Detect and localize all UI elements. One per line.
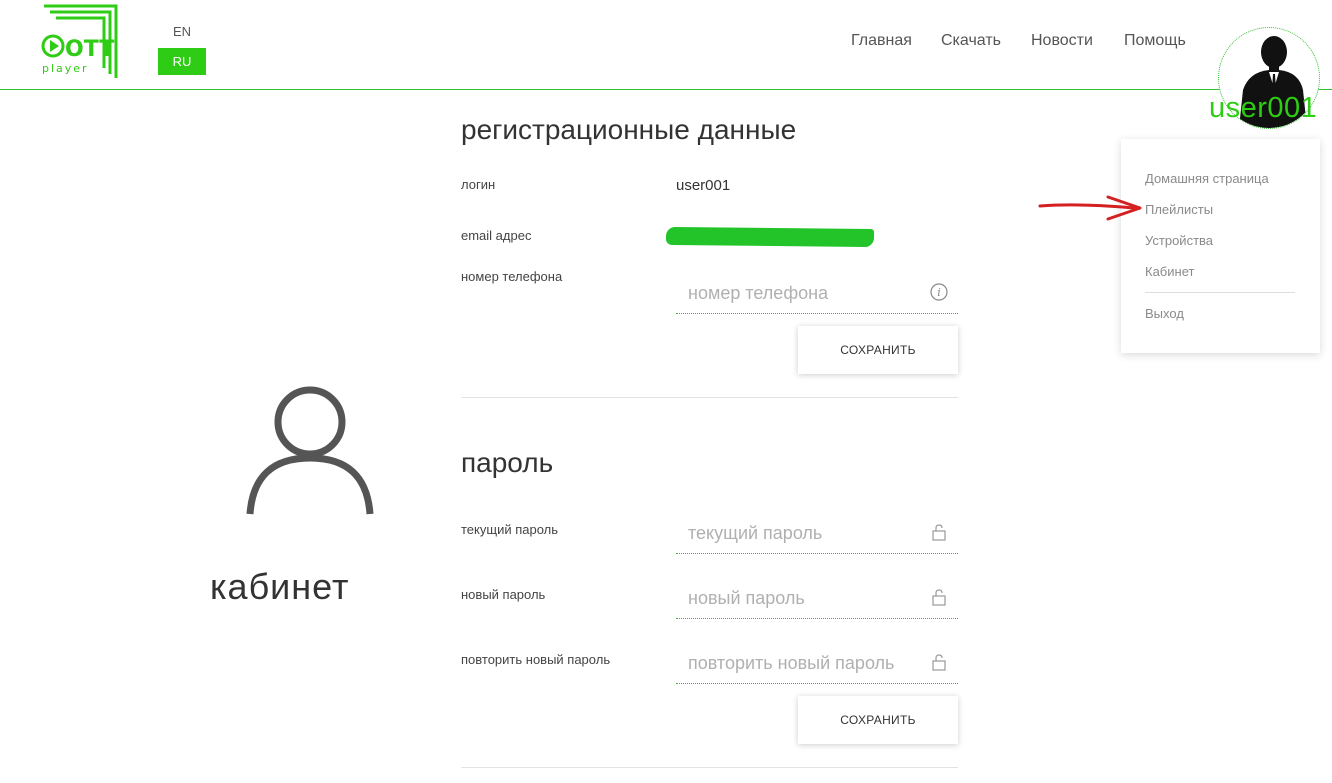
divider	[461, 397, 958, 398]
new-password-placeholder: новый пароль	[688, 588, 805, 608]
save-registration-button[interactable]: СОХРАНИТЬ	[798, 326, 958, 374]
red-arrow-icon	[1038, 195, 1142, 221]
nav-home[interactable]: Главная	[851, 32, 912, 49]
new-password-field[interactable]: новый пароль	[676, 578, 958, 619]
svg-text:i: i	[937, 286, 941, 299]
save-password-button[interactable]: СОХРАНИТЬ	[798, 696, 958, 744]
lock-icon	[932, 654, 946, 671]
header: OTT player EN RU Главная Скачать Новости…	[0, 0, 1332, 90]
svg-text:OTT: OTT	[65, 37, 114, 62]
current-password-label: текущий пароль	[461, 522, 559, 537]
user-dropdown-menu: Домашняя страница Плейлисты Устройства К…	[1121, 139, 1320, 353]
email-redaction-mark	[665, 226, 875, 248]
lock-icon	[932, 524, 946, 541]
current-password-placeholder: текущий пароль	[688, 523, 823, 543]
phone-label: номер телефона	[461, 269, 563, 284]
username-label[interactable]: user001	[1209, 92, 1317, 125]
svg-text:player: player	[42, 62, 89, 75]
ott-player-logo[interactable]: OTT player	[38, 2, 122, 82]
login-label: логин	[461, 177, 496, 192]
phone-field[interactable]: номер телефона i	[676, 273, 958, 314]
current-password-field[interactable]: текущий пароль	[676, 513, 958, 554]
language-switch: EN RU	[158, 22, 206, 75]
password-title: пароль	[461, 447, 554, 478]
menu-divider	[1145, 292, 1295, 293]
registration-title: регистрационные данные	[461, 114, 797, 145]
nav-download[interactable]: Скачать	[941, 32, 1001, 49]
email-label: email адрес	[461, 228, 532, 243]
nav-news[interactable]: Новости	[1031, 32, 1093, 49]
menu-item-cabinet[interactable]: Кабинет	[1145, 264, 1194, 279]
repeat-password-field[interactable]: повторить новый пароль	[676, 643, 958, 684]
login-value: user001	[676, 177, 731, 194]
new-password-label: новый пароль	[461, 587, 546, 602]
phone-placeholder: номер телефона	[688, 283, 829, 303]
nav-help[interactable]: Помощь	[1124, 32, 1186, 49]
menu-item-playlists[interactable]: Плейлисты	[1145, 202, 1213, 217]
menu-item-home[interactable]: Домашняя страница	[1145, 171, 1269, 186]
info-icon[interactable]: i	[930, 283, 948, 301]
lock-icon	[932, 589, 946, 606]
divider	[461, 767, 958, 768]
profile-user-icon	[240, 386, 380, 518]
cabinet-title: кабинет	[210, 566, 350, 607]
menu-item-devices[interactable]: Устройства	[1145, 233, 1213, 248]
lang-ru-button[interactable]: RU	[158, 48, 206, 75]
repeat-password-placeholder: повторить новый пароль	[688, 653, 895, 673]
lang-en-button[interactable]: EN	[158, 22, 206, 42]
repeat-password-label: повторить новый пароль	[461, 652, 611, 667]
menu-item-logout[interactable]: Выход	[1145, 306, 1184, 321]
